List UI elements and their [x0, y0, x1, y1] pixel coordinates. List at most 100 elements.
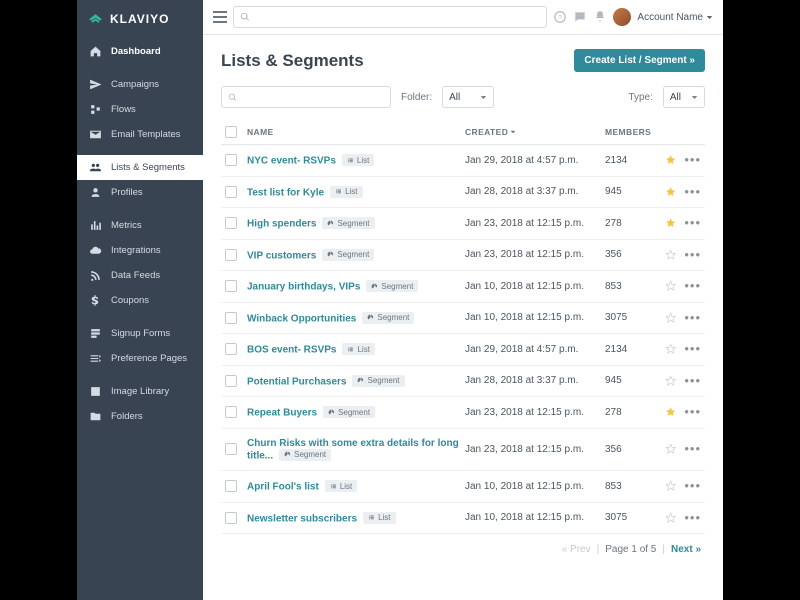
row-more-menu[interactable]: •••: [684, 378, 701, 384]
row-more-menu[interactable]: •••: [684, 446, 701, 452]
table-search[interactable]: [221, 86, 391, 108]
search-icon: [240, 12, 250, 22]
folder-select[interactable]: All: [442, 86, 494, 108]
sidebar-item-label: Preference Pages: [111, 353, 187, 364]
table-row: BOS event- RSVPsListJan 29, 2018 at 4:57…: [221, 334, 705, 366]
star-icon[interactable]: [665, 280, 676, 292]
account-menu[interactable]: Account Name: [637, 12, 713, 23]
row-checkbox[interactable]: [225, 217, 237, 229]
star-icon[interactable]: [665, 406, 676, 418]
sidebar-item-flows[interactable]: Flows: [77, 97, 203, 122]
row-more-menu[interactable]: •••: [684, 157, 701, 163]
sidebar-item-integrations[interactable]: Integrations: [77, 238, 203, 263]
row-more-menu[interactable]: •••: [684, 252, 701, 258]
row-checkbox[interactable]: [225, 443, 237, 455]
segment-name-link[interactable]: Newsletter subscribers: [247, 513, 357, 524]
star-icon[interactable]: [665, 154, 676, 166]
sidebar-item-signup-forms[interactable]: Signup Forms: [77, 321, 203, 346]
created-date: Jan 23, 2018 at 12:15 p.m.: [465, 249, 605, 260]
sidebar-item-data-feeds[interactable]: Data Feeds: [77, 263, 203, 288]
row-checkbox[interactable]: [225, 480, 237, 492]
row-checkbox[interactable]: [225, 249, 237, 261]
sidebar-item-image-library[interactable]: Image Library: [77, 379, 203, 404]
row-checkbox[interactable]: [225, 375, 237, 387]
row-more-menu[interactable]: •••: [684, 189, 701, 195]
created-date: Jan 10, 2018 at 12:15 p.m.: [465, 512, 605, 523]
segment-name-link[interactable]: BOS event- RSVPs: [247, 345, 336, 356]
menu-toggle-icon[interactable]: [213, 11, 227, 23]
cloud-icon: [89, 244, 102, 257]
sidebar-item-email-templates[interactable]: Email Templates: [77, 122, 203, 147]
segment-name-link[interactable]: NYC event- RSVPs: [247, 156, 336, 167]
row-checkbox[interactable]: [225, 312, 237, 324]
home-icon: [89, 45, 102, 58]
sidebar-item-profiles[interactable]: Profiles: [77, 180, 203, 205]
row-more-menu[interactable]: •••: [684, 283, 701, 289]
segment-name-link[interactable]: Repeat Buyers: [247, 408, 317, 419]
segment-name-link[interactable]: Test list for Kyle: [247, 187, 324, 198]
table-row: VIP customersSegmentJan 23, 2018 at 12:1…: [221, 240, 705, 272]
brand-logo[interactable]: KLAVIYO: [77, 0, 203, 39]
star-icon[interactable]: [665, 186, 676, 198]
sidebar-item-dashboard[interactable]: Dashboard: [77, 39, 203, 64]
global-search[interactable]: [233, 6, 547, 28]
created-date: Jan 28, 2018 at 3:37 p.m.: [465, 186, 605, 197]
table-row: January birthdays, VIPsSegmentJan 10, 20…: [221, 271, 705, 303]
row-more-menu[interactable]: •••: [684, 220, 701, 226]
row-more-menu[interactable]: •••: [684, 346, 701, 352]
create-list-segment-button[interactable]: Create List / Segment »: [574, 49, 705, 72]
segment-name-link[interactable]: High spenders: [247, 219, 316, 230]
segment-name-link[interactable]: January birthdays, VIPs: [247, 282, 360, 293]
star-icon[interactable]: [665, 312, 676, 324]
bell-icon[interactable]: [593, 10, 607, 24]
row-checkbox[interactable]: [225, 343, 237, 355]
next-page[interactable]: Next »: [671, 544, 701, 555]
row-more-menu[interactable]: •••: [684, 315, 701, 321]
star-icon[interactable]: [665, 217, 676, 229]
row-checkbox[interactable]: [225, 512, 237, 524]
column-name[interactable]: NAME: [247, 127, 465, 137]
row-more-menu[interactable]: •••: [684, 483, 701, 489]
row-more-menu[interactable]: •••: [684, 515, 701, 521]
sidebar-item-campaigns[interactable]: Campaigns: [77, 72, 203, 97]
segment-name-link[interactable]: Potential Purchasers: [247, 376, 346, 387]
column-created[interactable]: CREATED: [465, 127, 605, 137]
table-row: High spendersSegmentJan 23, 2018 at 12:1…: [221, 208, 705, 240]
sidebar-item-lists-segments[interactable]: Lists & Segments: [77, 155, 203, 180]
global-search-input[interactable]: [256, 12, 540, 23]
created-date: Jan 10, 2018 at 12:15 p.m.: [465, 281, 605, 292]
sidebar-item-preference-pages[interactable]: Preference Pages: [77, 346, 203, 371]
star-icon[interactable]: [665, 443, 676, 455]
kind-tag: List: [363, 512, 395, 524]
sidebar-item-folders[interactable]: Folders: [77, 404, 203, 429]
people-icon: [89, 161, 102, 174]
star-icon[interactable]: [665, 375, 676, 387]
star-icon[interactable]: [665, 512, 676, 524]
avatar[interactable]: [613, 8, 631, 26]
segment-name-link[interactable]: April Fool's list: [247, 482, 319, 493]
brand-icon: [87, 10, 104, 27]
type-select[interactable]: All: [663, 86, 705, 108]
row-checkbox[interactable]: [225, 154, 237, 166]
row-checkbox[interactable]: [225, 280, 237, 292]
kind-tag: Segment: [362, 312, 414, 324]
folder-label: Folder:: [401, 92, 432, 103]
row-more-menu[interactable]: •••: [684, 409, 701, 415]
segment-name-link[interactable]: Winback Opportunities: [247, 313, 356, 324]
sidebar-item-coupons[interactable]: Coupons: [77, 288, 203, 313]
sidebar-item-metrics[interactable]: Metrics: [77, 213, 203, 238]
star-icon[interactable]: [665, 480, 676, 492]
member-count: 853: [605, 281, 665, 292]
help-icon[interactable]: ?: [553, 10, 567, 24]
chat-icon[interactable]: [573, 10, 587, 24]
star-icon[interactable]: [665, 343, 676, 355]
table-body: NYC event- RSVPsListJan 29, 2018 at 4:57…: [221, 145, 705, 534]
star-icon[interactable]: [665, 249, 676, 261]
segment-name-link[interactable]: VIP customers: [247, 250, 316, 261]
row-checkbox[interactable]: [225, 186, 237, 198]
select-all-checkbox[interactable]: [225, 126, 237, 138]
column-members[interactable]: MEMBERS: [605, 127, 665, 137]
member-count: 278: [605, 407, 665, 418]
row-checkbox[interactable]: [225, 406, 237, 418]
created-date: Jan 10, 2018 at 12:15 p.m.: [465, 481, 605, 492]
